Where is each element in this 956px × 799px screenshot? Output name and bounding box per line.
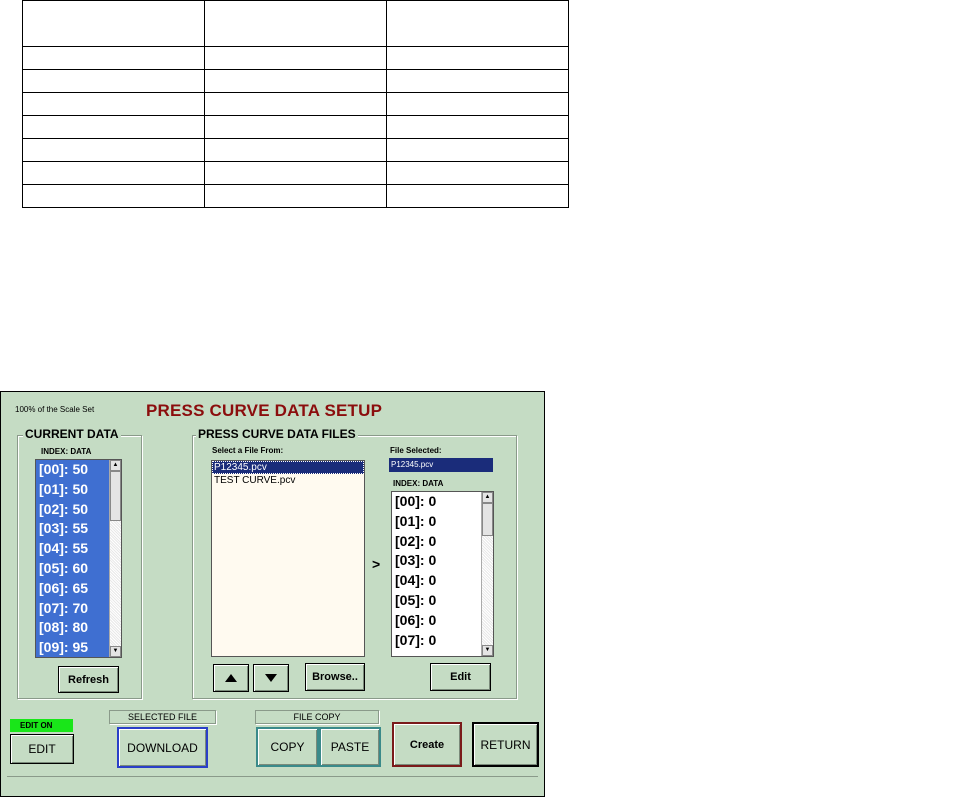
list-item[interactable]: [06]: 0	[392, 611, 493, 631]
arrow-right-icon: >	[372, 556, 381, 572]
file-list[interactable]: P12345.pcv TEST CURVE.pcv	[211, 460, 365, 657]
paste-button[interactable]: PASTE	[319, 727, 381, 767]
status-bar	[7, 776, 538, 791]
current-data-col-header: INDEX: DATA	[41, 447, 92, 456]
edit-data-button[interactable]: Edit	[430, 663, 491, 691]
list-item[interactable]: [01]: 0	[392, 512, 493, 532]
scroll-thumb[interactable]	[110, 471, 121, 521]
refresh-button[interactable]: Refresh	[58, 666, 119, 693]
selected-data-scrollbar[interactable]: ▲ ▼	[481, 492, 493, 656]
file-copy-caption: FILE COPY	[255, 710, 379, 724]
list-item[interactable]: P12345.pcv	[212, 461, 364, 474]
press-curve-window: 100% of the Scale Set PRESS CURVE DATA S…	[0, 391, 545, 797]
return-button[interactable]: RETURN	[472, 722, 539, 767]
list-item[interactable]: [04]: 0	[392, 571, 493, 591]
scroll-up-icon[interactable]: ▲	[482, 492, 493, 503]
scale-note: 100% of the Scale Set	[15, 405, 95, 414]
move-down-button[interactable]	[253, 664, 289, 692]
data-files-label: PRESS CURVE DATA FILES	[196, 427, 358, 441]
edit-button[interactable]: EDIT	[10, 734, 74, 764]
list-item[interactable]: [02]: 0	[392, 532, 493, 552]
select-file-label: Select a File From:	[212, 446, 284, 455]
scroll-down-icon[interactable]: ▼	[482, 645, 493, 656]
scroll-thumb[interactable]	[482, 503, 493, 536]
list-item[interactable]: TEST CURVE.pcv	[212, 474, 364, 487]
triangle-up-icon	[225, 674, 237, 682]
file-selected-label: File Selected:	[390, 446, 442, 455]
selected-data-list[interactable]: [00]: 0 [01]: 0 [02]: 0 [03]: 0 [04]: 0 [05]:…	[391, 491, 494, 657]
current-data-scrollbar[interactable]: ▲ ▼	[109, 460, 121, 657]
move-up-button[interactable]	[213, 664, 249, 692]
list-item[interactable]: [05]: 0	[392, 591, 493, 611]
create-button[interactable]: Create	[392, 722, 462, 767]
list-item[interactable]: [03]: 0	[392, 551, 493, 571]
download-button[interactable]: DOWNLOAD	[117, 727, 208, 768]
list-item[interactable]: [00]: 0	[392, 492, 493, 512]
selected-file-caption: SELECTED FILE	[109, 710, 216, 724]
list-item[interactable]: [07]: 0	[392, 631, 493, 651]
scroll-up-icon[interactable]: ▲	[110, 460, 121, 471]
selected-data-col-header: INDEX: DATA	[393, 479, 444, 488]
browse-button[interactable]: Browse..	[305, 663, 365, 691]
file-selected-value: P12345.pcv	[389, 458, 493, 472]
current-data-label: CURRENT DATA	[23, 427, 121, 441]
edit-on-indicator: EDIT ON	[10, 719, 73, 732]
empty-table	[22, 0, 569, 208]
page-title: PRESS CURVE DATA SETUP	[146, 401, 383, 420]
scroll-down-icon[interactable]: ▼	[110, 646, 121, 657]
triangle-down-icon	[265, 674, 277, 682]
copy-button[interactable]: COPY	[256, 727, 319, 767]
current-data-list[interactable]: [00]: 50 [01]: 50 [02]: 50 [03]: 55 [04]: 55…	[35, 459, 122, 658]
